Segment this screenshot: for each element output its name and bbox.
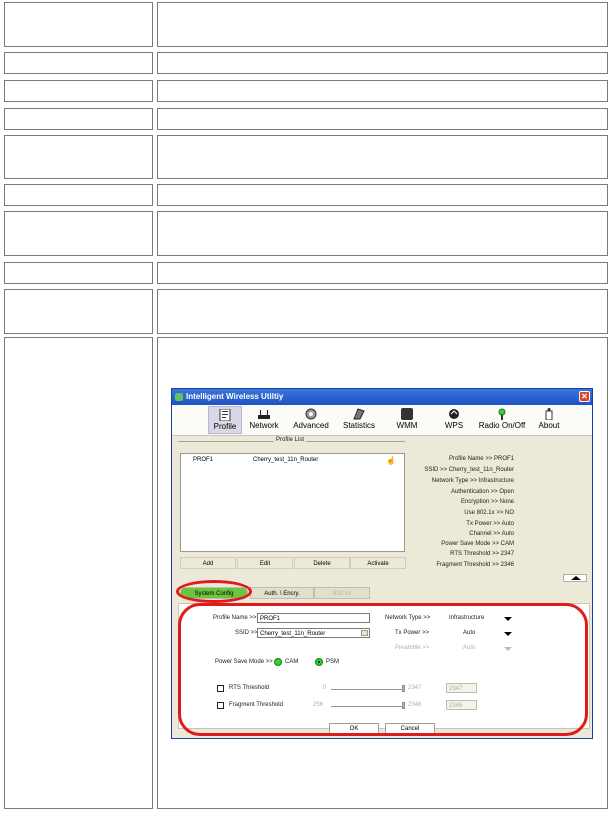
list-item[interactable]: PROF1 Cherry_test_11n_Router ☝ — [183, 456, 402, 465]
wmm-icon — [401, 408, 413, 420]
app-window: Intelligent Wireless Utiltiy ✕ Profile N… — [171, 388, 593, 739]
tab-wps[interactable]: WPS — [441, 406, 467, 434]
app-icon — [175, 393, 183, 401]
table-cell — [4, 211, 153, 256]
tab-label: WPS — [444, 421, 464, 430]
profile-list[interactable]: PROF1 Cherry_test_11n_Router ☝ — [180, 453, 405, 552]
info-profile-name: Profile Name >> PROF1 — [448, 456, 514, 462]
info-network-type: Network Type >> Infrastructure — [431, 478, 514, 484]
table-cell — [157, 2, 608, 47]
tab-label: Advanced — [293, 421, 329, 430]
info-rts: RTS Threshold >> 2347 — [450, 551, 514, 557]
radio-icon — [498, 408, 506, 420]
tab-advanced[interactable]: Advanced — [291, 406, 331, 434]
table-cell — [4, 135, 153, 179]
tab-label: Profile — [213, 422, 237, 431]
tab-label: Radio On/Off — [478, 421, 526, 430]
table-cell — [4, 80, 153, 102]
table-cell — [157, 262, 608, 284]
table-row — [2, 80, 608, 102]
table-cell — [157, 184, 608, 206]
table-row — [2, 108, 608, 130]
edit-button[interactable]: Edit — [237, 557, 293, 569]
info-ssid: SSID >> Cherry_test_11n_Router — [424, 467, 514, 473]
info-encryption: Encryption >> None — [460, 499, 514, 505]
tab-label: WMM — [396, 421, 418, 430]
table-row — [2, 184, 608, 206]
network-icon — [258, 410, 270, 419]
tab-radio-on-off[interactable]: Radio On/Off — [475, 406, 529, 434]
statistics-icon — [353, 408, 365, 420]
title-bar[interactable]: Intelligent Wireless Utiltiy ✕ — [172, 389, 592, 405]
table-cell — [157, 289, 608, 334]
add-button[interactable]: Add — [180, 557, 236, 569]
highlight-config-panel — [178, 603, 588, 736]
table-row — [2, 289, 608, 334]
table-row — [2, 135, 608, 179]
activate-button[interactable]: Activate — [350, 557, 406, 569]
tab-802-1x: 802.1x — [314, 587, 370, 599]
wps-icon — [449, 409, 459, 419]
table-row — [2, 211, 608, 256]
table-cell — [157, 211, 608, 256]
table-cell — [157, 52, 608, 74]
info-802-1x: Use 802.1x >> NO — [464, 510, 514, 516]
info-power-save: Power Save Mode >> CAM — [441, 541, 514, 547]
table-cell — [4, 337, 153, 809]
tab-statistics[interactable]: Statistics — [340, 406, 378, 434]
profile-list-title: Profile List — [274, 437, 307, 443]
toolbar: Profile Network Advanced Statistics WMM … — [172, 405, 592, 436]
table-row — [2, 52, 608, 74]
tab-profile[interactable]: Profile — [208, 406, 242, 434]
window-title: Intelligent Wireless Utiltiy — [186, 392, 284, 401]
profile-ssid-cell: Cherry_test_11n_Router — [253, 457, 319, 463]
info-authentication: Authentication >> Open — [450, 489, 514, 495]
table-cell — [4, 262, 153, 284]
tab-auth-encry[interactable]: Auth. \ Encry. — [250, 587, 314, 599]
highlight-system-config — [176, 580, 252, 603]
about-icon — [545, 408, 553, 420]
table-cell — [4, 184, 153, 206]
tab-label: Network — [249, 421, 279, 430]
profile-name-cell: PROF1 — [193, 457, 214, 463]
table-cell — [157, 80, 608, 102]
profile-icon — [219, 409, 231, 421]
info-channel: Channel >> Auto — [469, 531, 514, 537]
tab-about[interactable]: About — [536, 406, 562, 434]
chevron-up-icon — [571, 576, 581, 580]
tab-wmm[interactable]: WMM — [394, 406, 420, 434]
info-fragment: Fragment Threshold >> 2346 — [436, 562, 514, 568]
table-cell — [4, 2, 153, 47]
table-cell — [4, 289, 153, 334]
table-row — [2, 2, 608, 47]
table-cell — [4, 52, 153, 74]
delete-button[interactable]: Delete — [294, 557, 350, 569]
table-row — [2, 262, 608, 284]
table-cell — [4, 108, 153, 130]
table-cell — [157, 135, 608, 179]
tab-label: About — [538, 421, 560, 430]
table-cell — [157, 108, 608, 130]
close-button[interactable]: ✕ — [579, 391, 590, 402]
advanced-icon — [305, 408, 317, 420]
collapse-button[interactable] — [563, 574, 587, 582]
tab-network[interactable]: Network — [246, 406, 282, 434]
info-tx-power: Tx Power >> Auto — [466, 521, 514, 527]
tab-label: Statistics — [342, 421, 375, 430]
connected-icon: ☝ — [386, 456, 396, 465]
